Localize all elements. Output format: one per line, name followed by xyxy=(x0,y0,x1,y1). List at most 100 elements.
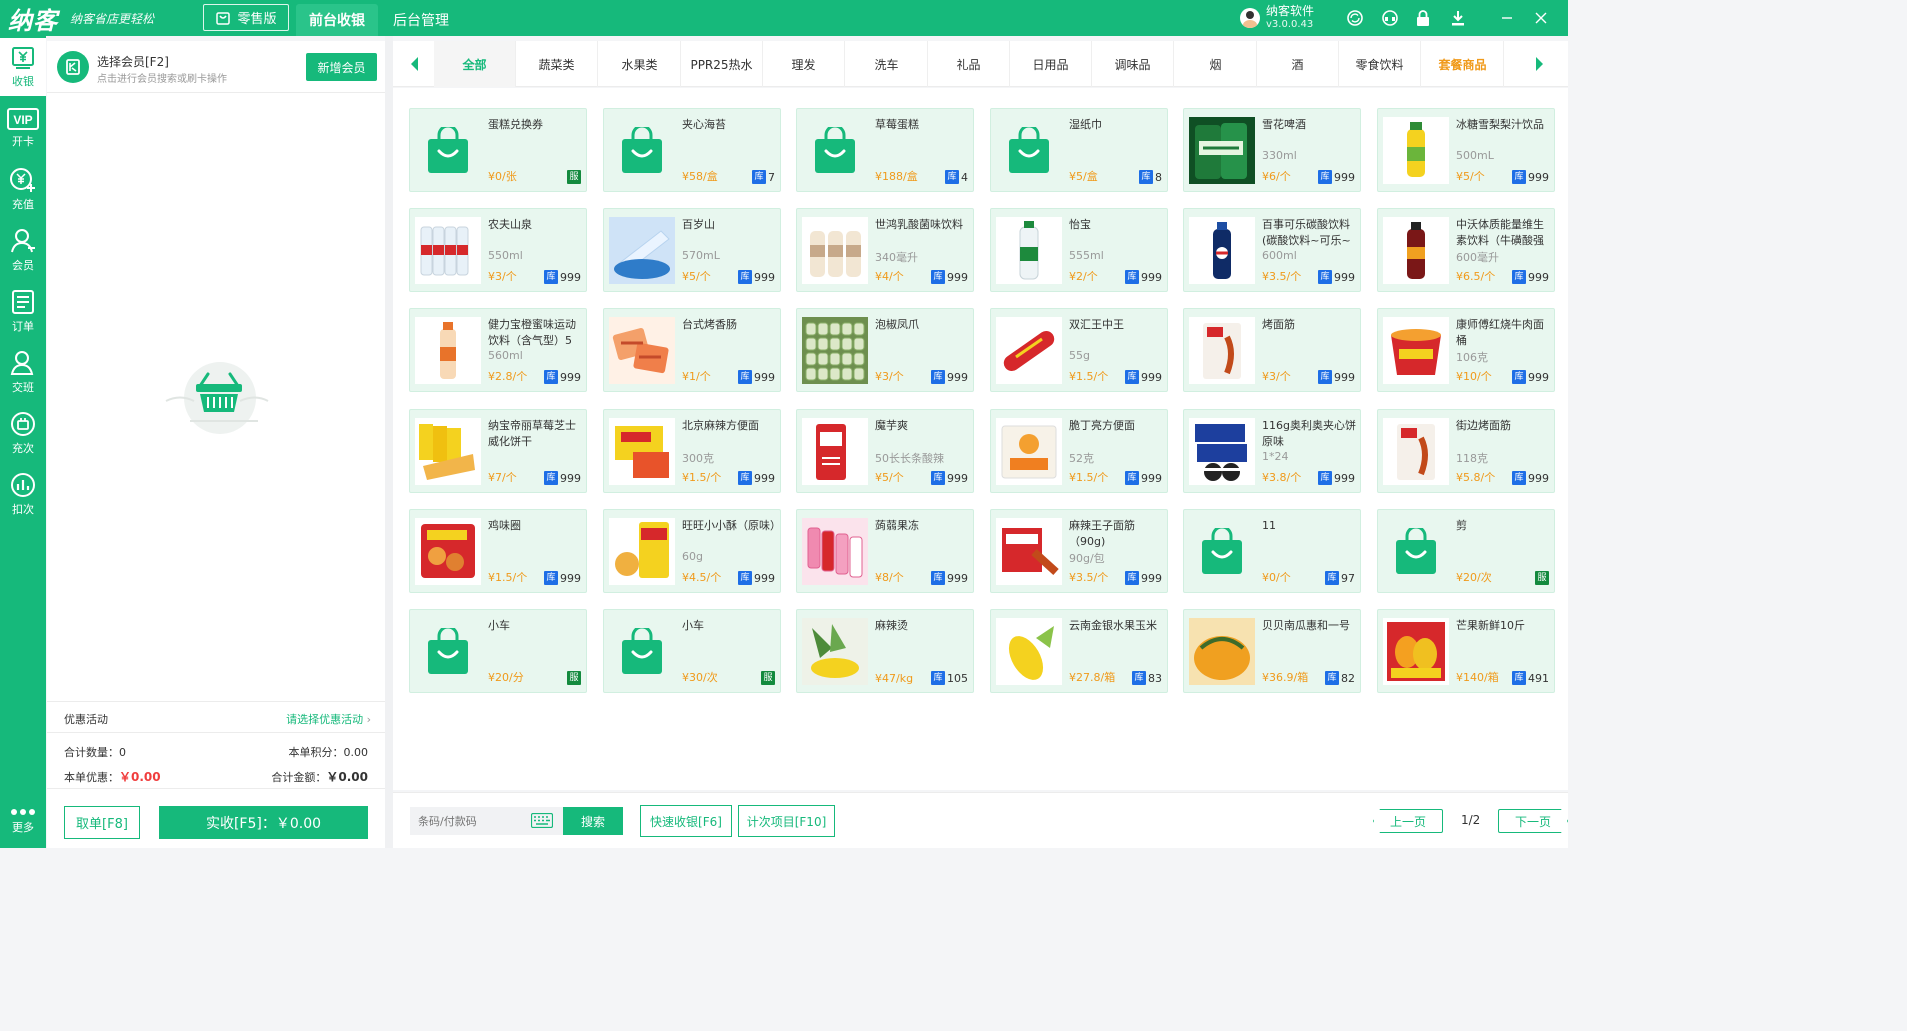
product-card[interactable]: 泡椒凤爪 ¥3/个 库 999 xyxy=(796,308,974,392)
nav-handover[interactable]: 交班 xyxy=(0,343,46,401)
product-stock: 库 491 xyxy=(1512,671,1549,685)
product-card[interactable]: 脆丁亮方便面 52克 ¥1.5/个 库 999 xyxy=(990,409,1168,493)
add-member-button[interactable]: 新增会员 xyxy=(306,53,377,81)
category-tab[interactable]: 全部 xyxy=(434,41,516,87)
product-card[interactable]: 纳宝帝丽草莓芝士威化饼干 ¥7/个 库 999 xyxy=(409,409,587,493)
product-card[interactable]: 百岁山 570mL ¥5/个 库 999 xyxy=(603,208,781,292)
product-card[interactable]: 冰糖雪梨梨汁饮品 500mL ¥5/个 库 999 xyxy=(1377,108,1555,192)
category-tab[interactable]: 烟 xyxy=(1175,41,1257,87)
product-stock: 库 999 xyxy=(1125,471,1162,485)
product-card[interactable]: 百事可乐碳酸饮料(碳酸饮料~可乐~ 600ml ¥3.5/个 库 999 xyxy=(1183,208,1361,292)
lock-icon[interactable] xyxy=(1413,8,1433,28)
product-card[interactable]: 湿纸巾 ¥5/盒 库 8 xyxy=(990,108,1168,192)
product-price: ¥47/kg xyxy=(875,672,914,685)
cancel-order-button[interactable]: 取单[F8] xyxy=(64,806,140,839)
product-card[interactable]: 双汇王中王 55g ¥1.5/个 库 999 xyxy=(990,308,1168,392)
top-bar: 纳客 纳客省店更轻松 零售版 前台收银 后台管理 纳客软件 v3.0.0.43 xyxy=(0,0,1568,36)
category-tab[interactable]: PPR25热水 xyxy=(681,41,763,87)
next-page-button[interactable]: 下一页 xyxy=(1498,809,1568,833)
product-card[interactable]: 贝贝南瓜惠和一号 ¥36.9/箱 库 82 xyxy=(1183,609,1361,693)
product-card[interactable]: 旺旺小小酥（原味） 60g ¥4.5/个 库 999 xyxy=(603,509,781,593)
product-card[interactable]: 魔芋爽 50长长条酸辣 ¥5/个 库 999 xyxy=(796,409,974,493)
nav-orders[interactable]: 订单 xyxy=(0,282,46,340)
product-card[interactable]: 11 ¥0/个 库 97 xyxy=(1183,509,1361,593)
stock-count: 999 xyxy=(1141,270,1162,284)
nav-open-card[interactable]: VIP 开卡 xyxy=(0,99,46,157)
promotion-row[interactable]: 优惠活动 请选择优惠活动 › xyxy=(47,701,385,733)
product-stock: 库 82 xyxy=(1325,671,1355,685)
product-card[interactable]: 草莓蛋糕 ¥188/盒 库 4 xyxy=(796,108,974,192)
category-tab[interactable]: 水果类 xyxy=(599,41,681,87)
checkout-button[interactable]: 实收[F5]：￥0.00 xyxy=(159,806,368,839)
product-card[interactable]: 世鸿乳酸菌味饮料 340毫升 ¥4/个 库 999 xyxy=(796,208,974,292)
stock-count: 999 xyxy=(754,571,775,585)
keyboard-icon[interactable] xyxy=(531,813,553,828)
product-card[interactable]: 夹心海苔 ¥58/盒 库 7 xyxy=(603,108,781,192)
product-card[interactable]: 麻辣烫 ¥47/kg 库 105 xyxy=(796,609,974,693)
product-card[interactable]: 116g奥利奥夹心饼 原味 1*24 ¥3.8/个 库 999 xyxy=(1183,409,1361,493)
prev-page-button[interactable]: 上一页 xyxy=(1373,809,1443,833)
product-card[interactable]: 麻辣王子面筋（90g) 90g/包 ¥3.5/个 库 999 xyxy=(990,509,1168,593)
category-tab[interactable]: 套餐商品 xyxy=(1422,41,1504,87)
product-card[interactable]: 芒果新鲜10斤 ¥140/箱库 491 xyxy=(1377,609,1555,693)
category-tab[interactable]: 零食饮料 xyxy=(1339,41,1421,87)
product-card[interactable]: 烤面筋 ¥3/个 库 999 xyxy=(1183,308,1361,392)
member-selector[interactable]: 选择会员[F2] 点击进行会员搜索或刷卡操作 新增会员 xyxy=(47,41,385,93)
tab-front-cashier[interactable]: 前台收银 xyxy=(296,4,378,36)
product-card[interactable]: 台式烤香肠 ¥1/个 库 999 xyxy=(603,308,781,392)
nav-recharge[interactable]: 充值 xyxy=(0,160,46,218)
headset-icon[interactable] xyxy=(1380,8,1400,28)
stock-count: 999 xyxy=(1528,270,1549,284)
product-spec: 300克 xyxy=(682,452,714,465)
product-spec: 600ml xyxy=(1262,249,1297,262)
refresh-icon[interactable] xyxy=(1345,8,1365,28)
product-card[interactable]: 雪花啤酒 330ml ¥6/个 库 999 xyxy=(1183,108,1361,192)
category-tab[interactable]: 礼品 xyxy=(928,41,1010,87)
promotion-select[interactable]: 请选择优惠活动 › xyxy=(286,711,371,727)
product-card[interactable]: 中沃体质能量维生素饮料（牛磺酸强 600毫升 ¥6.5/个 库 999 xyxy=(1377,208,1555,292)
category-tab[interactable]: 理发 xyxy=(763,41,845,87)
product-card[interactable]: 小车 ¥20/分 服 xyxy=(409,609,587,693)
download-icon[interactable] xyxy=(1448,8,1468,28)
close-icon[interactable] xyxy=(1531,8,1551,28)
product-card[interactable]: 鸡味圈 ¥1.5/个 库 999 xyxy=(409,509,587,593)
vip-icon: VIP xyxy=(7,107,39,130)
nav-times-recharge[interactable]: 充次 xyxy=(0,404,46,462)
product-card[interactable]: 蛋糕兑换券 ¥0/张 服 xyxy=(409,108,587,192)
category-next-arrow-icon[interactable] xyxy=(1533,55,1547,73)
category-tab[interactable]: 日用品 xyxy=(1010,41,1092,87)
product-card[interactable]: 康师傅红烧牛肉面桶 106克 ¥10/个 库 999 xyxy=(1377,308,1555,392)
product-card[interactable]: 农夫山泉 550ml ¥3/个 库 999 xyxy=(409,208,587,292)
product-stock: 库 999 xyxy=(544,370,581,384)
product-card[interactable]: 小车 ¥30/次 服 xyxy=(603,609,781,693)
search-button[interactable]: 搜索 xyxy=(563,807,623,835)
product-card[interactable]: 蒟蒻果冻 ¥8/个 库 999 xyxy=(796,509,974,593)
nav-times-deduct[interactable]: 扣次 xyxy=(0,465,46,523)
stock-badge: 库 xyxy=(544,370,558,384)
nav-more[interactable]: 更多 xyxy=(0,792,46,850)
product-card[interactable]: 街边烤面筋 118克 ¥5.8/个 库 999 xyxy=(1377,409,1555,493)
user-info[interactable]: 纳客软件 v3.0.0.43 xyxy=(1240,3,1314,33)
edition-button[interactable]: 零售版 xyxy=(203,4,289,31)
category-prev-arrow-icon[interactable] xyxy=(407,55,421,73)
nav-member[interactable]: 会员 xyxy=(0,221,46,279)
stock-count: 97 xyxy=(1341,571,1355,585)
product-image xyxy=(1383,217,1449,284)
product-card[interactable]: 健力宝橙蜜味运动饮料（含气型）5 560ml ¥2.8/个 库 999 xyxy=(409,308,587,392)
order-discount-value: ￥0.00 xyxy=(119,770,161,784)
category-tab[interactable]: 调味品 xyxy=(1092,41,1174,87)
nav-cashier[interactable]: 收银 xyxy=(0,38,46,96)
category-tab[interactable]: 酒 xyxy=(1257,41,1339,87)
tab-backend[interactable]: 后台管理 xyxy=(380,4,462,36)
product-card[interactable]: 云南金银水果玉米 ¥27.8/箱 库 83 xyxy=(990,609,1168,693)
product-card[interactable]: 剪 ¥20/次 服 xyxy=(1377,509,1555,593)
stock-badge: 库 xyxy=(738,370,752,384)
category-tab[interactable]: 洗车 xyxy=(846,41,928,87)
times-items-button[interactable]: 计次项目[F10] xyxy=(738,805,835,837)
category-tab[interactable]: 蔬菜类 xyxy=(516,41,598,87)
order-total-value: ￥0.00 xyxy=(326,770,368,784)
product-card[interactable]: 北京麻辣方便面 300克 ¥1.5/个 库 999 xyxy=(603,409,781,493)
minimize-icon[interactable] xyxy=(1497,8,1517,28)
quick-cashier-button[interactable]: 快速收银[F6] xyxy=(640,805,732,837)
product-card[interactable]: 怡宝 555ml ¥2/个 库 999 xyxy=(990,208,1168,292)
